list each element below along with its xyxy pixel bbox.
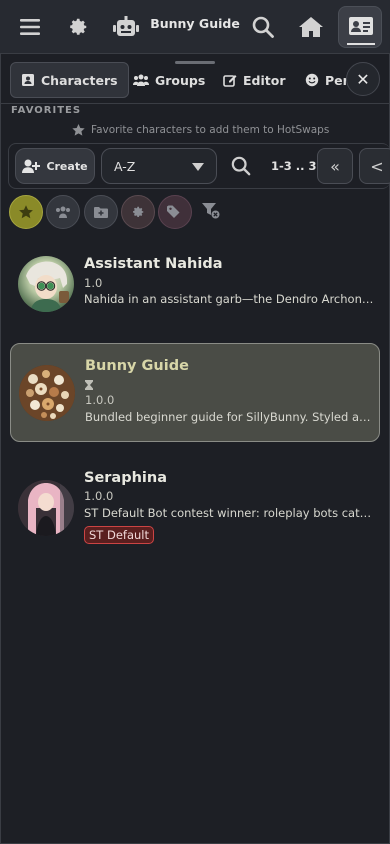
panel-tabs: Characters Groups Editor Pers: [0, 58, 390, 104]
tags-icon: [167, 205, 180, 218]
favorites-hint-text: Favorite characters to add them to HotSw…: [91, 124, 330, 136]
edit-icon: [223, 75, 237, 87]
character-card-selected[interactable]: Bunny Guide 1.0.0 Bundled beginner guide…: [10, 343, 380, 442]
character-description: Nahida in an assistant garb—the Dendro A…: [84, 292, 374, 306]
id-card-icon: [349, 17, 373, 35]
pagination-info: 1-3 .. 3: [271, 159, 317, 173]
character-description: Bundled beginner guide for SillyBunny. S…: [85, 410, 375, 424]
ai-connection-button[interactable]: [108, 9, 144, 45]
home-button[interactable]: [293, 9, 329, 45]
character-version: 1.0.0: [85, 393, 115, 407]
users-icon: [133, 74, 149, 86]
avatar-image: [19, 365, 75, 421]
tab-label: Characters: [41, 72, 118, 88]
favorites-heading: FAVORITES: [11, 105, 82, 116]
character-management-button[interactable]: [338, 6, 382, 48]
close-panel-button[interactable]: ✕: [346, 62, 380, 96]
star-icon: [19, 205, 33, 219]
home-icon: [299, 17, 323, 37]
avatar-image: [26, 261, 69, 312]
robot-icon: [113, 16, 139, 36]
tag-badge[interactable]: ST Default: [84, 526, 154, 544]
search-icon: [252, 16, 274, 38]
gear-icon: [133, 206, 144, 217]
chevron-down-icon: [192, 163, 204, 171]
hourglass-icon: [85, 380, 93, 390]
groups-filter-button[interactable]: [46, 195, 80, 229]
double-chevron-left-icon: «: [330, 156, 340, 176]
add-user-icon: [22, 159, 41, 173]
character-version: 1.0.0: [84, 489, 114, 503]
close-icon: ✕: [356, 69, 370, 89]
top-bar: Bunny Guide: [0, 0, 390, 54]
filter-clear-icon: [202, 203, 220, 219]
smile-icon: [305, 73, 319, 87]
current-character-title: Bunny Guide: [150, 16, 240, 31]
clear-filters-button[interactable]: [202, 203, 220, 223]
character-description: ST Default Bot contest winner: roleplay …: [84, 506, 374, 520]
avatar: [18, 480, 74, 536]
prev-page-button[interactable]: <: [359, 148, 390, 184]
character-card[interactable]: Assistant Nahida 1.0 Nahida in an assist…: [10, 244, 380, 330]
settings-filter-button[interactable]: [121, 195, 155, 229]
favorites-hint: Favorite characters to add them to HotSw…: [72, 124, 329, 136]
character-name: Seraphina: [84, 470, 167, 486]
tab-characters[interactable]: Characters: [10, 62, 129, 98]
id-card-icon: [22, 74, 34, 86]
gear-icon: [70, 18, 87, 35]
search-icon: [231, 156, 251, 176]
first-page-button[interactable]: «: [317, 148, 353, 184]
character-card[interactable]: Seraphina 1.0.0 ST Default Bot contest w…: [10, 456, 380, 556]
tab-editor[interactable]: Editor: [223, 62, 286, 98]
settings-button[interactable]: [60, 9, 96, 45]
sort-select[interactable]: A-Z: [101, 148, 217, 184]
create-character-button[interactable]: Create: [15, 148, 95, 184]
sort-value: A-Z: [114, 158, 136, 174]
character-version: 1.0: [84, 276, 103, 290]
group-icon: [56, 206, 70, 218]
character-controls: Create A-Z 1-3 .. 3 « <: [8, 143, 390, 189]
create-label: Create: [46, 159, 88, 173]
folder-plus-icon: [94, 207, 108, 218]
hamburger-menu-button[interactable]: [12, 9, 48, 45]
avatar-image: [18, 480, 74, 536]
tab-label: Groups: [155, 72, 206, 88]
tab-label: Editor: [243, 72, 286, 88]
favorites-filter-button[interactable]: [9, 195, 43, 229]
character-search-button[interactable]: [231, 156, 251, 180]
character-name: Assistant Nahida: [84, 256, 223, 272]
star-icon: [72, 124, 85, 136]
avatar: [18, 256, 74, 312]
active-underline: [347, 43, 375, 45]
chevron-left-icon: <: [370, 156, 384, 176]
avatar: [19, 365, 75, 421]
character-name: Bunny Guide: [85, 358, 189, 374]
folders-filter-button[interactable]: [84, 195, 118, 229]
tags-filter-button[interactable]: [158, 195, 192, 229]
tab-groups[interactable]: Groups: [133, 62, 205, 98]
search-button[interactable]: [245, 9, 281, 45]
hamburger-icon: [20, 19, 40, 35]
